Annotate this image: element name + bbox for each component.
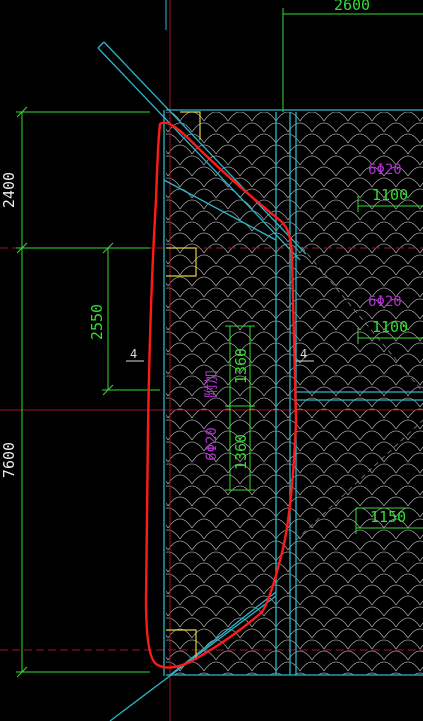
diag-rebar-note: 附加 bbox=[204, 370, 220, 398]
diag-rebar-label: 6Φ20 bbox=[204, 427, 220, 461]
rebar-label-right-1: 6Φ20 bbox=[368, 162, 402, 178]
cad-drawing-canvas: 2400 7600 2550 2600 6Φ20 1100 6Φ20 1100 … bbox=[0, 0, 423, 721]
dim-inner-span: 2550 bbox=[88, 304, 106, 340]
top-dimension bbox=[165, 0, 423, 112]
dim-left-lower: 7600 bbox=[0, 442, 18, 478]
rebar-label-right-2: 6Φ20 bbox=[368, 294, 402, 310]
section-tag-right: 4 bbox=[300, 347, 307, 361]
rebar-dim-right-1: 1100 bbox=[372, 186, 408, 204]
rebar-dim-right-2: 1100 bbox=[372, 318, 408, 336]
left-dimension-chain bbox=[16, 106, 160, 678]
diag-dim-2: 1360 bbox=[232, 434, 250, 470]
rebar-dim-right-3: 1150 bbox=[370, 508, 406, 526]
section-tag-left: 4 bbox=[130, 347, 137, 361]
dim-top-span: 2600 bbox=[334, 0, 370, 14]
dim-left-upper: 2400 bbox=[0, 172, 18, 208]
diag-dim-1: 1360 bbox=[232, 348, 250, 384]
